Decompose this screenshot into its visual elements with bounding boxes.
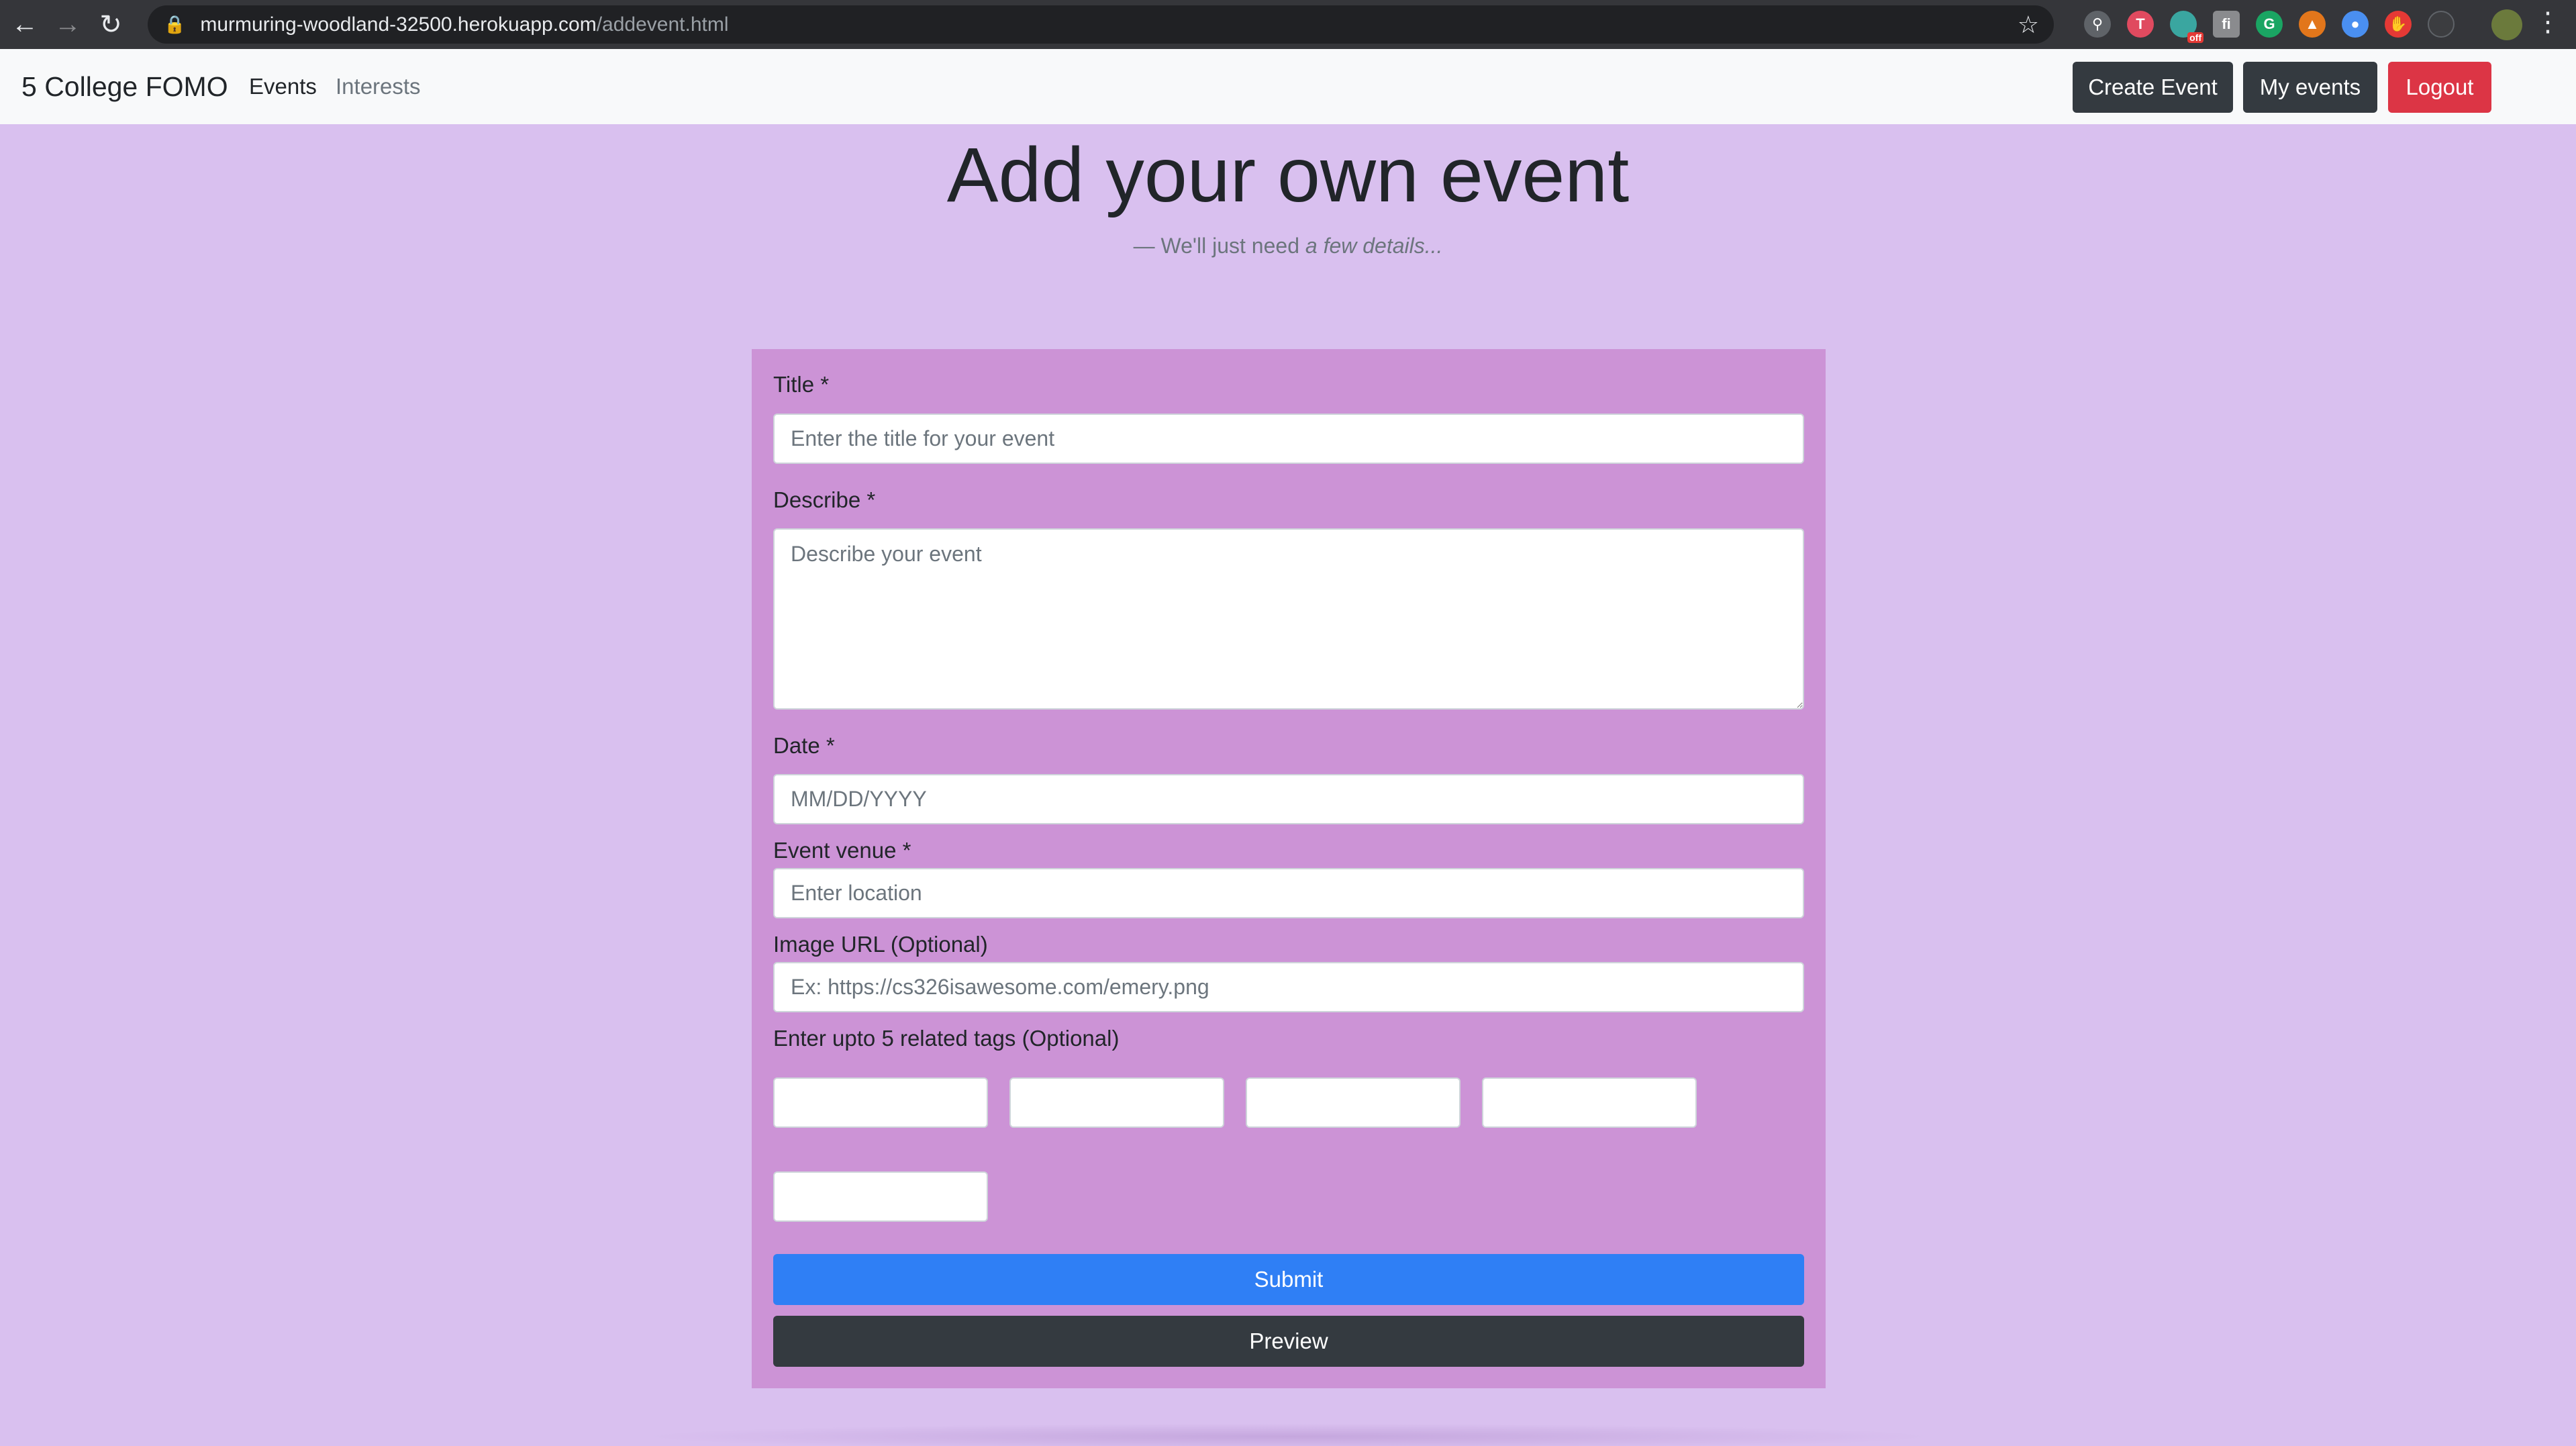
describe-label: Describe * xyxy=(773,487,876,512)
image-url-input[interactable] xyxy=(773,962,1804,1012)
url-host: murmuring-woodland-32500.herokuapp.com xyxy=(200,13,597,36)
adblock-hand-icon[interactable]: ✋ xyxy=(2385,11,2412,38)
chrome-menu-icon[interactable]: ⋮ xyxy=(2534,7,2561,38)
nav-link-interests[interactable]: Interests xyxy=(336,74,421,99)
metamask-fox-icon[interactable]: ▲ xyxy=(2299,11,2326,38)
logout-button[interactable]: Logout xyxy=(2388,62,2491,113)
footer-shadow xyxy=(638,1423,1940,1446)
page-subtitle: — We'll just need a few details... xyxy=(0,234,2576,258)
tags-label: Enter upto 5 related tags (Optional) xyxy=(773,1026,1120,1051)
url-path: /addevent.html xyxy=(596,13,729,36)
nav-link-events[interactable]: Events xyxy=(249,74,317,99)
extensions-bar: ⚲ T off fi G ▲ ● ✋ xyxy=(2084,11,2455,43)
tag-input-2[interactable] xyxy=(1009,1077,1224,1128)
venue-input[interactable] xyxy=(773,868,1804,918)
profile-avatar[interactable] xyxy=(2491,9,2522,40)
reload-icon[interactable]: ↻ xyxy=(93,7,129,43)
extension-icon[interactable]: fi xyxy=(2213,11,2240,38)
page-title: Add your own event xyxy=(946,132,1630,218)
extension-icon[interactable]: ⚲ xyxy=(2084,11,2111,38)
extension-icon[interactable]: ● xyxy=(2342,11,2369,38)
extension-icon[interactable]: off xyxy=(2170,11,2203,43)
date-label: Date * xyxy=(773,733,835,758)
image-url-label: Image URL (Optional) xyxy=(773,932,988,957)
create-event-button[interactable]: Create Event xyxy=(2073,62,2233,113)
title-input[interactable] xyxy=(773,414,1804,464)
tag-input-1[interactable] xyxy=(773,1077,988,1128)
bookmark-star-icon[interactable]: ☆ xyxy=(2018,11,2039,39)
venue-label: Event venue * xyxy=(773,838,911,863)
browser-toolbar: ← → ↻ 🔒 murmuring-woodland-32500.herokua… xyxy=(0,0,2576,49)
subtitle-emphasis: a few details... xyxy=(1305,234,1443,258)
describe-textarea[interactable] xyxy=(773,528,1804,710)
preview-button[interactable]: Preview xyxy=(773,1316,1804,1367)
subtitle-text: — We'll just need xyxy=(1133,234,1305,258)
date-input[interactable] xyxy=(773,774,1804,824)
extension-icon[interactable] xyxy=(2428,11,2455,38)
tag-input-3[interactable] xyxy=(1246,1077,1460,1128)
submit-button[interactable]: Submit xyxy=(773,1254,1804,1305)
title-label: Title * xyxy=(773,372,830,397)
my-events-button[interactable]: My events xyxy=(2243,62,2377,113)
grammarly-icon[interactable]: G xyxy=(2256,11,2283,38)
back-arrow-icon[interactable]: ← xyxy=(7,7,43,43)
tag-input-4[interactable] xyxy=(1482,1077,1697,1128)
brand-logo[interactable]: 5 College FOMO xyxy=(21,71,228,103)
address-bar[interactable]: 🔒 murmuring-woodland-32500.herokuapp.com… xyxy=(148,5,2054,44)
add-event-form: Title * Describe * Date * Event venue * … xyxy=(752,349,1826,1388)
lock-icon: 🔒 xyxy=(164,14,186,34)
forward-arrow-icon[interactable]: → xyxy=(50,7,86,43)
extension-icon[interactable]: T xyxy=(2127,11,2154,38)
tag-input-5[interactable] xyxy=(773,1171,988,1222)
extension-off-badge: off xyxy=(2187,32,2203,43)
